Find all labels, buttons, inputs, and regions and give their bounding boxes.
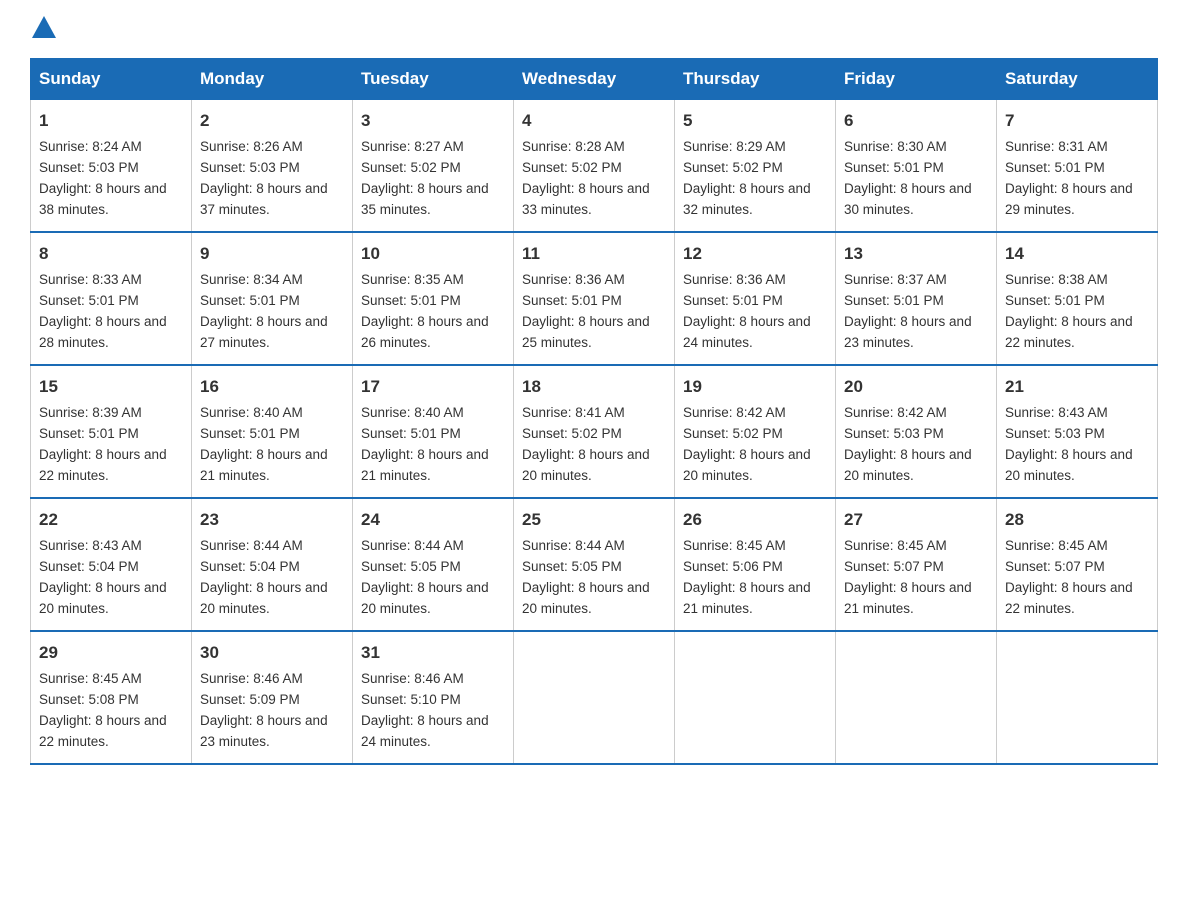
calendar-cell: 14Sunrise: 8:38 AMSunset: 5:01 PMDayligh…	[997, 232, 1158, 365]
day-header-tuesday: Tuesday	[353, 59, 514, 100]
calendar-cell: 15Sunrise: 8:39 AMSunset: 5:01 PMDayligh…	[31, 365, 192, 498]
calendar-cell	[997, 631, 1158, 764]
calendar-cell: 1Sunrise: 8:24 AMSunset: 5:03 PMDaylight…	[31, 100, 192, 233]
day-header-sunday: Sunday	[31, 59, 192, 100]
day-number: 3	[361, 108, 505, 134]
calendar-table: SundayMondayTuesdayWednesdayThursdayFrid…	[30, 58, 1158, 765]
calendar-week-row: 15Sunrise: 8:39 AMSunset: 5:01 PMDayligh…	[31, 365, 1158, 498]
calendar-cell: 16Sunrise: 8:40 AMSunset: 5:01 PMDayligh…	[192, 365, 353, 498]
calendar-cell: 12Sunrise: 8:36 AMSunset: 5:01 PMDayligh…	[675, 232, 836, 365]
calendar-week-row: 29Sunrise: 8:45 AMSunset: 5:08 PMDayligh…	[31, 631, 1158, 764]
day-number: 28	[1005, 507, 1149, 533]
day-number: 1	[39, 108, 183, 134]
day-number: 30	[200, 640, 344, 666]
calendar-cell	[675, 631, 836, 764]
calendar-cell: 8Sunrise: 8:33 AMSunset: 5:01 PMDaylight…	[31, 232, 192, 365]
day-number: 13	[844, 241, 988, 267]
day-number: 24	[361, 507, 505, 533]
calendar-cell: 21Sunrise: 8:43 AMSunset: 5:03 PMDayligh…	[997, 365, 1158, 498]
calendar-cell: 29Sunrise: 8:45 AMSunset: 5:08 PMDayligh…	[31, 631, 192, 764]
day-number: 27	[844, 507, 988, 533]
calendar-cell	[514, 631, 675, 764]
calendar-header-row: SundayMondayTuesdayWednesdayThursdayFrid…	[31, 59, 1158, 100]
day-number: 25	[522, 507, 666, 533]
day-number: 4	[522, 108, 666, 134]
day-number: 7	[1005, 108, 1149, 134]
day-header-monday: Monday	[192, 59, 353, 100]
calendar-cell	[836, 631, 997, 764]
calendar-week-row: 1Sunrise: 8:24 AMSunset: 5:03 PMDaylight…	[31, 100, 1158, 233]
calendar-cell: 3Sunrise: 8:27 AMSunset: 5:02 PMDaylight…	[353, 100, 514, 233]
calendar-cell: 30Sunrise: 8:46 AMSunset: 5:09 PMDayligh…	[192, 631, 353, 764]
day-number: 17	[361, 374, 505, 400]
calendar-cell: 4Sunrise: 8:28 AMSunset: 5:02 PMDaylight…	[514, 100, 675, 233]
calendar-cell: 24Sunrise: 8:44 AMSunset: 5:05 PMDayligh…	[353, 498, 514, 631]
day-header-thursday: Thursday	[675, 59, 836, 100]
calendar-cell: 27Sunrise: 8:45 AMSunset: 5:07 PMDayligh…	[836, 498, 997, 631]
day-header-wednesday: Wednesday	[514, 59, 675, 100]
day-number: 29	[39, 640, 183, 666]
calendar-cell: 22Sunrise: 8:43 AMSunset: 5:04 PMDayligh…	[31, 498, 192, 631]
calendar-cell: 23Sunrise: 8:44 AMSunset: 5:04 PMDayligh…	[192, 498, 353, 631]
day-number: 8	[39, 241, 183, 267]
calendar-week-row: 22Sunrise: 8:43 AMSunset: 5:04 PMDayligh…	[31, 498, 1158, 631]
day-number: 20	[844, 374, 988, 400]
day-number: 5	[683, 108, 827, 134]
day-number: 11	[522, 241, 666, 267]
day-number: 10	[361, 241, 505, 267]
calendar-cell: 17Sunrise: 8:40 AMSunset: 5:01 PMDayligh…	[353, 365, 514, 498]
day-number: 6	[844, 108, 988, 134]
calendar-cell: 20Sunrise: 8:42 AMSunset: 5:03 PMDayligh…	[836, 365, 997, 498]
logo	[30, 20, 56, 38]
day-number: 14	[1005, 241, 1149, 267]
day-number: 2	[200, 108, 344, 134]
calendar-cell: 7Sunrise: 8:31 AMSunset: 5:01 PMDaylight…	[997, 100, 1158, 233]
day-number: 19	[683, 374, 827, 400]
day-number: 22	[39, 507, 183, 533]
calendar-cell: 2Sunrise: 8:26 AMSunset: 5:03 PMDaylight…	[192, 100, 353, 233]
day-number: 16	[200, 374, 344, 400]
day-number: 31	[361, 640, 505, 666]
calendar-week-row: 8Sunrise: 8:33 AMSunset: 5:01 PMDaylight…	[31, 232, 1158, 365]
calendar-cell: 9Sunrise: 8:34 AMSunset: 5:01 PMDaylight…	[192, 232, 353, 365]
day-number: 23	[200, 507, 344, 533]
calendar-cell: 18Sunrise: 8:41 AMSunset: 5:02 PMDayligh…	[514, 365, 675, 498]
day-number: 9	[200, 241, 344, 267]
calendar-cell: 28Sunrise: 8:45 AMSunset: 5:07 PMDayligh…	[997, 498, 1158, 631]
calendar-cell: 6Sunrise: 8:30 AMSunset: 5:01 PMDaylight…	[836, 100, 997, 233]
day-number: 12	[683, 241, 827, 267]
day-number: 15	[39, 374, 183, 400]
calendar-cell: 25Sunrise: 8:44 AMSunset: 5:05 PMDayligh…	[514, 498, 675, 631]
day-number: 26	[683, 507, 827, 533]
calendar-cell: 19Sunrise: 8:42 AMSunset: 5:02 PMDayligh…	[675, 365, 836, 498]
calendar-cell: 31Sunrise: 8:46 AMSunset: 5:10 PMDayligh…	[353, 631, 514, 764]
calendar-cell: 13Sunrise: 8:37 AMSunset: 5:01 PMDayligh…	[836, 232, 997, 365]
calendar-cell: 11Sunrise: 8:36 AMSunset: 5:01 PMDayligh…	[514, 232, 675, 365]
calendar-cell: 5Sunrise: 8:29 AMSunset: 5:02 PMDaylight…	[675, 100, 836, 233]
page-header	[30, 20, 1158, 38]
day-number: 18	[522, 374, 666, 400]
day-header-saturday: Saturday	[997, 59, 1158, 100]
day-header-friday: Friday	[836, 59, 997, 100]
calendar-cell: 10Sunrise: 8:35 AMSunset: 5:01 PMDayligh…	[353, 232, 514, 365]
calendar-cell: 26Sunrise: 8:45 AMSunset: 5:06 PMDayligh…	[675, 498, 836, 631]
day-number: 21	[1005, 374, 1149, 400]
logo-triangle-icon	[32, 16, 56, 38]
